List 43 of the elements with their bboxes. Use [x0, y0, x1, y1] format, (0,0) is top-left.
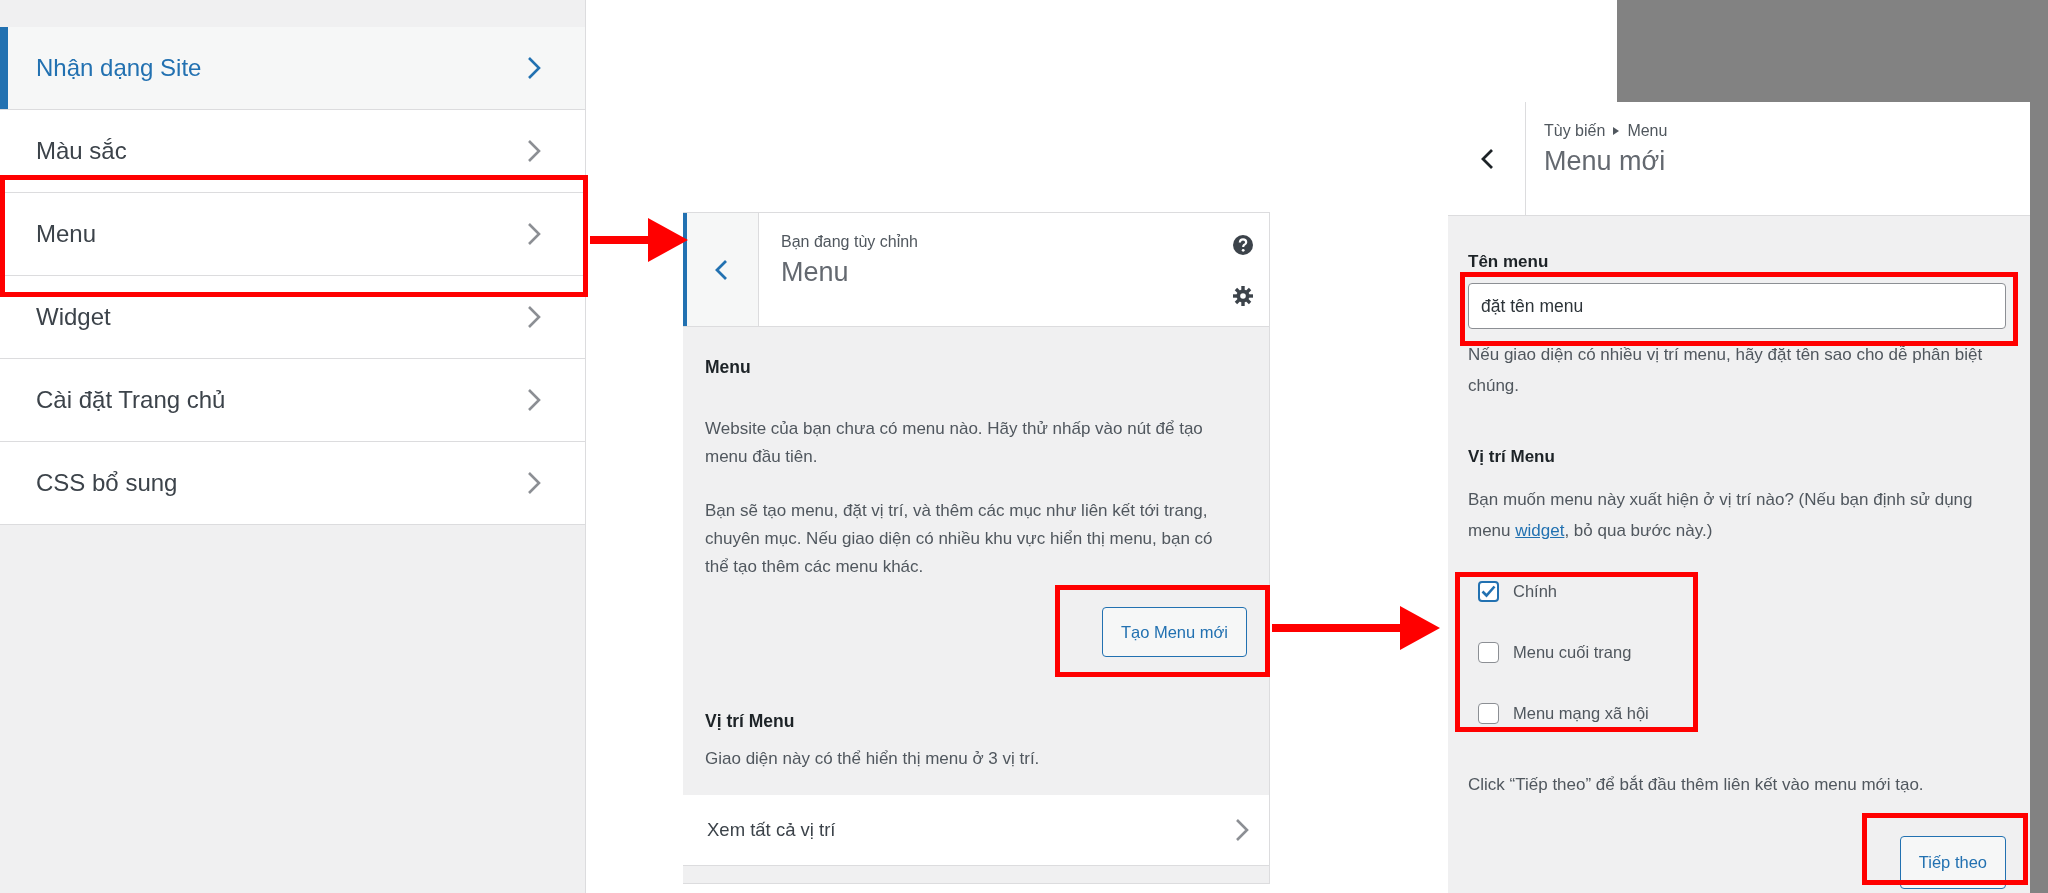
checkmark-icon: [1481, 585, 1496, 598]
section-item[interactable]: Nhận dạng Site: [0, 27, 585, 110]
field-label: Tên menu: [1468, 251, 1550, 273]
checkbox-label: Chính: [1513, 581, 1558, 602]
back-icon[interactable]: [1479, 147, 1494, 170]
settings-icon[interactable]: [1233, 286, 1253, 306]
breadcrumb: Menu: [1627, 122, 1668, 140]
checkbox-label: Menu cuối trang: [1513, 642, 1632, 663]
widget-link[interactable]: widget: [1515, 521, 1565, 540]
section-heading: Vị trí Menu: [1468, 446, 1556, 468]
checkbox-label: Menu mạng xã hội: [1513, 703, 1649, 724]
chevron-right-icon: [527, 305, 541, 329]
menu-name-field[interactable]: đặt tên menu: [1468, 283, 2006, 329]
chevron-right-icon: [527, 139, 541, 163]
create-menu-button[interactable]: Tạo Menu mới: [1101, 607, 1247, 657]
checkbox[interactable]: [1478, 581, 1499, 602]
description-text: Bạn muốn menu này xuất hiện ở vị trí nào? (Nếu bạn định sử dụng menu widget, bỏ qua bước này.): [1468, 489, 1974, 542]
panel-title: Menu mới: [1544, 146, 1667, 177]
description-text: Website của bạn chưa có menu nào. Hãy thử nhấp vào nút để tạo menu đầu tiên.: [705, 418, 1204, 468]
panel-title: Menu: [781, 257, 850, 288]
section-item[interactable]: CSS bổ sung: [0, 442, 585, 525]
section-heading: Vị trí Menu: [705, 710, 796, 733]
chevron-right-icon: [527, 222, 541, 246]
checkbox[interactable]: [1478, 642, 1499, 663]
section-item[interactable]: Cài đặt Trang chủ: [0, 359, 585, 442]
description-text: Nếu giao diện có nhiều vị trí menu, hãy đặt tên sao cho dễ phân biệt chúng.: [1468, 344, 1984, 397]
chevron-right-icon: [527, 56, 541, 80]
description-text: Bạn sẽ tạo menu, đặt vị trí, và thêm các mục như liên kết tới trang, chuyên mục. Nếu giao diện có nhiều khu vực hiển thị menu, bạn có thể tạo thêm các menu khác.: [705, 500, 1214, 578]
section-item[interactable]: Menu: [0, 193, 585, 276]
breadcrumb-separator-icon: [1613, 127, 1620, 135]
description-text: Giao diện này có thể hiển thị menu ở 3 vị trí.: [705, 748, 1041, 770]
breadcrumb: Tùy biến: [1544, 122, 1606, 140]
help-icon[interactable]: [1233, 235, 1253, 255]
section-item[interactable]: Widget: [0, 276, 585, 359]
breadcrumb: Bạn đang tùy chỉnh: [781, 233, 919, 251]
description-text: Click “Tiếp theo” để bắt đầu thêm liên kết vào menu mới tạo.: [1468, 774, 1925, 796]
view-locations-item[interactable]: Xem tất cả vị trí: [683, 795, 1269, 866]
section-item[interactable]: Màu sắc: [0, 110, 585, 193]
checkbox[interactable]: [1478, 703, 1499, 724]
chevron-right-icon: [527, 471, 541, 495]
section-heading: Menu: [705, 356, 752, 379]
chevron-right-icon: [527, 388, 541, 412]
chevron-right-icon: [1235, 818, 1249, 842]
